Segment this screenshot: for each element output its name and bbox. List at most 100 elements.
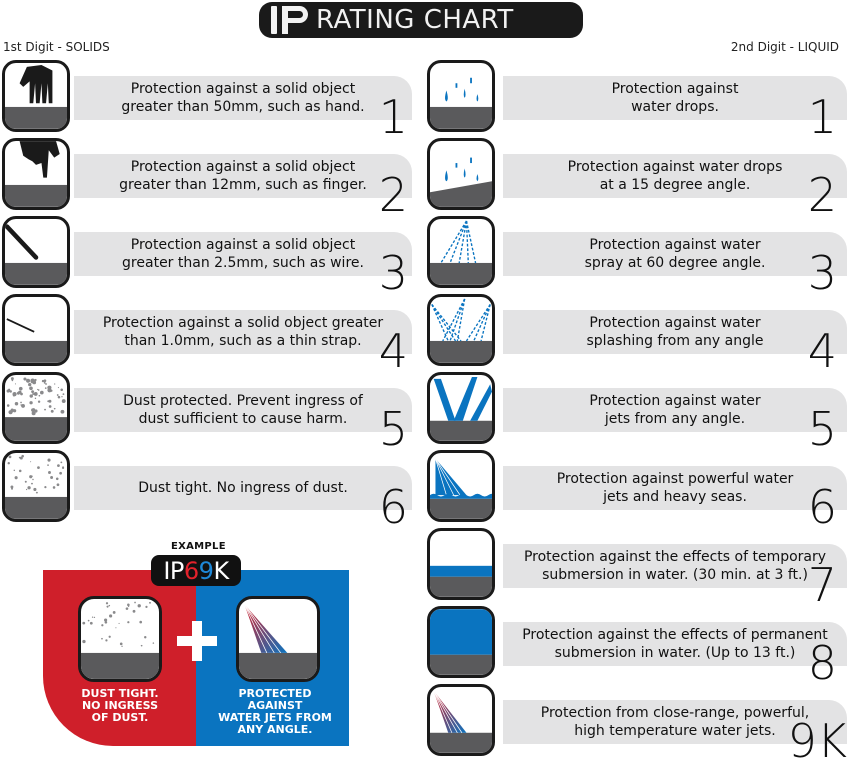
dust-particle: [25, 488, 28, 491]
dust-particle: [50, 476, 54, 479]
dust-particle: [34, 397, 37, 400]
liquid-row: Protection against water splashing from …: [427, 294, 847, 374]
dust-particle: [29, 401, 33, 405]
solids-digit: 2: [378, 168, 408, 222]
liquid-description: Protection against water drops at a 15 d…: [567, 159, 783, 193]
liquid-row: Protection against the effects of tempor…: [427, 528, 847, 608]
dust-tight-icon: [78, 596, 162, 682]
dust-particle: [54, 383, 56, 385]
dust-particle: [93, 616, 96, 619]
dust-particle: [60, 388, 63, 392]
solids-description: Dust tight. No ingress of dust.: [138, 480, 348, 496]
dust-particle: [152, 642, 155, 644]
dust-particle: [44, 486, 47, 489]
dust-particle: [139, 620, 143, 624]
dust-particle: [60, 409, 65, 414]
dust-particle: [31, 482, 33, 485]
liquid-digit: 7: [807, 558, 837, 612]
dust-particle: [55, 477, 59, 481]
dust-particle: [32, 478, 34, 481]
solids-description: Protection against a solid object greate…: [121, 81, 365, 115]
dust-particle: [82, 621, 86, 625]
liquid-description-band: Protection against the effects of tempor…: [503, 544, 847, 588]
dust-particle: [149, 601, 151, 604]
liquid-row: Protection against the effects of perman…: [427, 606, 847, 686]
solids-description-band: Dust tight. No ingress of dust.: [74, 466, 412, 510]
dust-particle: [105, 602, 109, 605]
dust-particle: [40, 390, 44, 395]
solids-row: Dust tight. No ingress of dust. 6: [2, 450, 412, 530]
dust-particle: [118, 622, 120, 625]
dust-particle: [56, 394, 59, 396]
dust-particle: [8, 455, 12, 459]
dust-protected-icon: [2, 372, 70, 444]
liquid-description-band: Protection against water drops at a 15 d…: [503, 154, 847, 198]
solids-row: Protection against a solid object greate…: [2, 294, 412, 374]
dust-particle: [52, 486, 56, 489]
dust-particle: [37, 466, 40, 469]
dust-particle: [14, 476, 18, 480]
dust-particle: [28, 383, 32, 387]
dust-particle: [47, 385, 52, 390]
liquid-description-band: Protection against water spray at 60 deg…: [503, 232, 847, 276]
ip-logo-icon: [271, 6, 312, 34]
liquid-description-band: Protection against water jets from any a…: [503, 388, 847, 432]
dust-particle: [24, 480, 27, 483]
powerful-jets-icon: [427, 450, 495, 522]
dust-particle: [89, 621, 93, 625]
dust-particle: [106, 605, 109, 608]
liquid-description: Protection against water drops.: [611, 81, 739, 115]
dust-particle: [37, 400, 41, 403]
dust-particle: [127, 605, 130, 608]
dust-particle: [44, 408, 46, 411]
dust-particle: [101, 637, 103, 640]
dust-particle: [127, 603, 130, 607]
wire-icon: [2, 216, 70, 288]
dust-particle: [20, 404, 22, 406]
dust-particle: [37, 389, 40, 391]
liquid-row: Protection against powerful water jets a…: [427, 450, 847, 530]
liquid-digit: 3: [807, 246, 837, 300]
finger-icon: [2, 138, 70, 210]
liquid-description: Protection against the effects of perman…: [522, 627, 828, 661]
liquid-digit: 9K: [787, 714, 847, 768]
solids-digit: 3: [378, 246, 408, 300]
hand-icon: [2, 60, 70, 132]
dust-particle: [26, 378, 31, 383]
liquid-row: Protection against water spray at 60 deg…: [427, 216, 847, 296]
solids-description-band: Dust protected. Prevent ingress of dust …: [74, 388, 412, 432]
dust-particle: [115, 627, 117, 629]
dust-particle: [82, 639, 86, 644]
liquid-row: Protection against water drops at a 15 d…: [427, 138, 847, 218]
dust-particle: [62, 466, 64, 468]
high-temp-jets-icon: [236, 596, 320, 682]
solids-row: Dust protected. Prevent ingress of dust …: [2, 372, 412, 452]
title-banner: RATING CHART: [259, 2, 583, 38]
dust-particle: [47, 458, 51, 462]
liquid-row: Protection from close-range, powerful, h…: [427, 684, 847, 764]
dust-particle: [57, 387, 59, 389]
dust-particle: [13, 469, 16, 472]
liquid-description-band: Protection against water drops.: [503, 76, 847, 120]
dust-particle: [19, 456, 23, 460]
dust-particle: [145, 605, 148, 608]
dust-particle: [48, 471, 51, 474]
liquid-column-heading: 2nd Digit - LIQUID: [730, 40, 839, 54]
liquid-digit: 1: [807, 90, 837, 144]
dust-particle: [6, 404, 10, 407]
dust-particle: [36, 491, 38, 494]
dust-particle: [33, 392, 38, 396]
plus-icon: [177, 621, 217, 661]
dust-particle: [8, 388, 11, 391]
liquid-digit: 2: [807, 168, 837, 222]
dust-particle: [112, 611, 116, 614]
dust-particle: [48, 399, 52, 403]
dust-particle: [32, 380, 34, 382]
dust-particle: [91, 616, 94, 618]
dust-particle: [127, 621, 130, 624]
liquid-description: Protection against water jets from any a…: [589, 393, 761, 427]
example-code-badge: IP 6 9 K: [151, 555, 241, 586]
water-splash-icon: [427, 294, 495, 366]
dust-particle: [14, 383, 17, 385]
permanent-submersion-icon: [427, 606, 495, 678]
